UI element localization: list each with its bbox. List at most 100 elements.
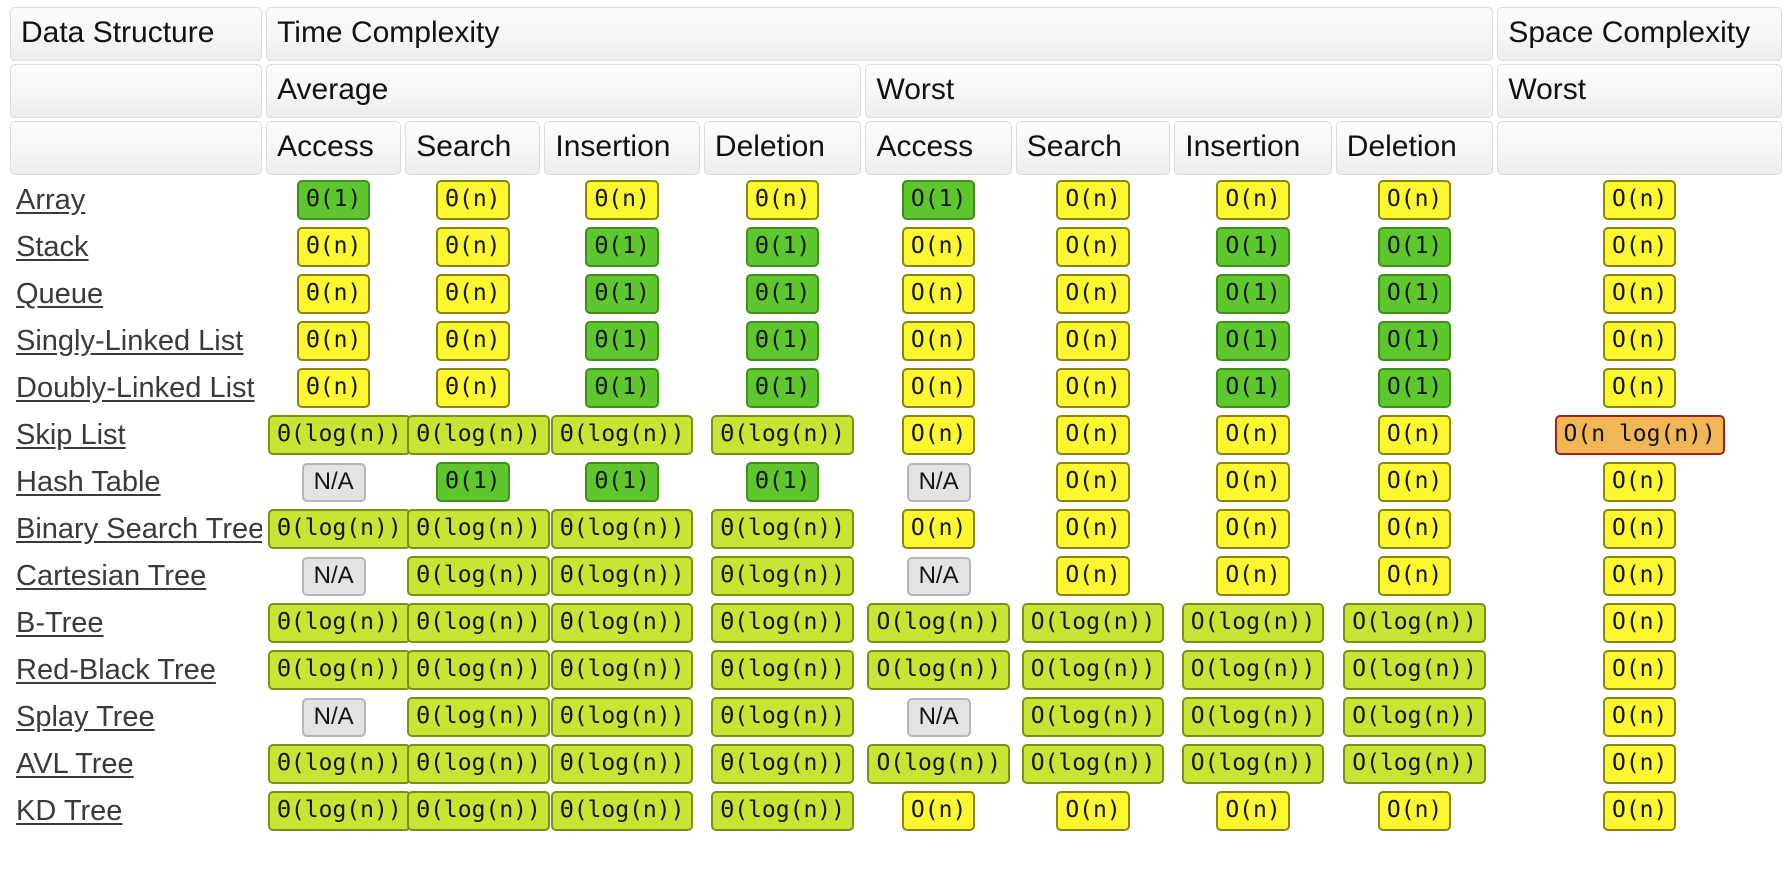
complexity-badge: O(n) [1056,791,1130,831]
data-structure-cell: Queue [10,272,262,316]
complexity-cell: Θ(log(n)) [704,413,862,457]
complexity-badge: Θ(1) [745,321,820,361]
complexity-cell: Θ(n) [266,319,401,363]
complexity-cell: O(n) [1174,178,1332,222]
complexity-cell: O(1) [1174,272,1332,316]
complexity-badge: O(n) [1216,415,1290,455]
complexity-cell: Θ(log(n)) [405,742,550,786]
complexity-cell: Θ(1) [405,460,540,504]
complexity-badge: Θ(log(n)) [711,744,854,784]
complexity-cell: O(1) [1174,366,1332,410]
complexity-badge: O(n) [1377,509,1452,549]
complexity-cell: O(1) [1174,225,1332,269]
complexity-cell: O(log(n)) [865,601,1011,645]
complexity-badge: Θ(log(n)) [550,744,694,784]
complexity-cell: O(n) [1336,460,1494,504]
complexity-badge: O(n) [901,274,976,314]
header-row-operation: Access Search Insertion Deletion Access Searc… [10,121,1782,175]
data-structure-link[interactable]: Red-Black Tree [16,654,216,686]
table-row: B-Tree Θ(log(n)) Θ(log(n)) Θ(log(n)) Θ(log(n… [10,601,1782,645]
complexity-badge: Θ(log(n)) [711,556,854,596]
complexity-cell: Θ(log(n)) [544,507,700,551]
data-structure-link[interactable]: Splay Tree [16,701,155,733]
complexity-badge: Θ(log(n)) [711,650,854,690]
complexity-cell: Θ(log(n)) [405,554,550,598]
complexity-badge: Θ(log(n)) [407,650,550,690]
header-insertion: Insertion [1174,121,1332,175]
data-structure-link[interactable]: Binary Search Tree [16,513,262,545]
data-structure-cell: Array [10,178,262,222]
complexity-badge: Θ(log(n)) [711,415,854,455]
complexity-badge: Θ(n) [296,274,371,314]
complexity-badge: Θ(log(n)) [711,603,854,643]
complexity-badge: O(n) [1056,227,1130,267]
complexity-cell: Θ(log(n)) [704,789,862,833]
data-structure-link[interactable]: KD Tree [16,795,122,827]
complexity-cell: O(n) [865,366,1011,410]
complexity-cell: Θ(1) [544,460,700,504]
complexity-cell: O(n) [1497,319,1782,363]
complexity-badge: O(n) [1377,180,1452,220]
data-structure-link[interactable]: Skip List [16,419,126,451]
complexity-badge: O(log(n)) [1343,603,1486,643]
complexity-badge: Θ(n) [436,180,510,220]
complexity-badge: O(1) [1377,321,1452,361]
header-access: Access [865,121,1012,175]
data-structure-link[interactable]: Hash Table [16,466,161,498]
complexity-badge: O(n) [901,509,976,549]
complexity-badge: O(n) [901,227,976,267]
table-row: Splay Tree N/A Θ(log(n)) Θ(log(n)) Θ(log(n))… [10,695,1782,739]
complexity-cell: O(n) [1336,554,1494,598]
complexity-badge: Θ(log(n)) [711,791,854,831]
data-structure-link[interactable]: Doubly-Linked List [16,372,255,404]
data-structure-link[interactable]: Stack [16,231,89,263]
complexity-cell: O(n) [1336,507,1494,551]
complexity-cell: O(n) [865,507,1011,551]
complexity-badge: O(log(n)) [867,603,1011,643]
data-structure-link[interactable]: AVL Tree [16,748,134,780]
complexity-cell: Θ(1) [704,366,862,410]
complexity-badge: Θ(log(n)) [407,556,550,596]
complexity-cell: O(1) [1174,319,1332,363]
complexity-badge: Θ(n) [436,274,510,314]
complexity-badge: Θ(log(n)) [268,791,411,831]
data-structure-cell: Doubly-Linked List [10,366,262,410]
complexity-badge: Θ(1) [745,368,820,408]
complexity-cell: O(n) [1016,178,1170,222]
table-row: Binary Search Tree Θ(log(n)) Θ(log(n)) Θ(lo… [10,507,1782,551]
complexity-badge: Θ(1) [585,227,659,267]
complexity-badge: O(log(n)) [1021,744,1165,784]
complexity-cell: O(log(n)) [1016,695,1170,739]
complexity-cell: O(n) [1336,178,1494,222]
complexity-badge: O(n) [1602,274,1677,314]
complexity-badge: Θ(n) [436,227,510,267]
complexity-table: Data Structure Time Complexity Space Compl… [6,4,1786,836]
complexity-cell: O(n) [865,225,1011,269]
complexity-cell: Θ(log(n)) [704,507,862,551]
complexity-badge: Θ(log(n)) [268,650,411,690]
complexity-cell: Θ(n) [405,178,540,222]
complexity-cell: Θ(log(n)) [704,695,862,739]
complexity-badge: Θ(1) [436,462,510,502]
data-structure-link[interactable]: Cartesian Tree [16,560,206,592]
complexity-badge: Θ(log(n)) [550,603,694,643]
data-structure-cell: Hash Table [10,460,262,504]
complexity-cell: O(n) [865,413,1011,457]
data-structure-link[interactable]: Queue [16,278,103,310]
complexity-cell: N/A [266,554,401,598]
complexity-cell: Θ(n) [266,272,401,316]
complexity-cell: O(n) [1016,413,1170,457]
data-structure-link[interactable]: Array [16,184,85,216]
complexity-cell: O(n) [1016,507,1170,551]
data-structure-cell: Cartesian Tree [10,554,262,598]
complexity-badge: Θ(log(n)) [407,791,550,831]
complexity-badge: O(log(n)) [1343,697,1486,737]
complexity-badge: O(n) [1602,603,1677,643]
data-structure-link[interactable]: B-Tree [16,607,104,639]
data-structure-link[interactable]: Singly-Linked List [16,325,243,357]
complexity-badge: Θ(log(n)) [550,791,694,831]
complexity-cell: O(n) [1174,413,1332,457]
header-insertion: Insertion [544,121,700,175]
complexity-badge: Θ(n) [585,180,659,220]
complexity-badge: Θ(log(n)) [407,744,550,784]
